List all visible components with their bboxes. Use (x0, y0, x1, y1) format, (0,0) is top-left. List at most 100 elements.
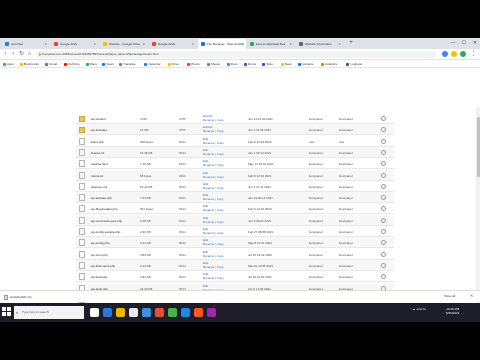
file-action-link[interactable]: Rename | Copy (203, 208, 224, 212)
tab[interactable]: Website Information ✕ (296, 39, 344, 49)
file-name[interactable]: wp-comments-post.php (91, 219, 122, 223)
bookmark[interactable]: Forms (243, 61, 256, 67)
table-row[interactable]: readme.html 7.18 KB 0644 Edit Rename | Copy M… (76, 158, 394, 170)
tab-close-icon[interactable]: ✕ (240, 42, 243, 46)
bookmark[interactable]: Apps (3, 61, 14, 67)
tab-close-icon[interactable]: ✕ (289, 42, 292, 46)
bookmark[interactable]: Keep (280, 61, 292, 67)
window-close-button[interactable]: ✕ (470, 39, 480, 48)
row-select-radio[interactable] (381, 274, 386, 280)
tab-close-icon[interactable]: ✕ (142, 42, 145, 46)
file-action-link[interactable]: Rename | Copy (203, 163, 224, 167)
home-icon[interactable]: ⌂ (26, 51, 33, 58)
extension-icon[interactable] (442, 51, 448, 57)
file-action-link[interactable]: Rename | Copy (203, 197, 224, 201)
table-row[interactable]: wp-blog-header.php 351 bytes 0644 Edit Renam… (76, 203, 394, 215)
profile-avatar[interactable] (460, 51, 466, 57)
reload-icon[interactable]: ↻ (18, 51, 25, 58)
bookmark[interactable]: Gmail (45, 61, 57, 67)
table-row[interactable]: sitemap.xml 24.44 KB 0644 Edit Rename | Copy… (76, 181, 394, 192)
row-select-radio[interactable] (381, 240, 386, 246)
table-row[interactable]: wp-cron.php 3.84 KB 0644 Edit Rename | Copy J… (76, 249, 394, 260)
bookmark[interactable]: Photos (186, 61, 200, 67)
row-select-radio[interactable] (381, 251, 386, 257)
file-action-link[interactable]: Rename | Copy (203, 141, 224, 145)
close-icon[interactable]: ✕ (470, 293, 473, 298)
file-action-link[interactable]: Rename | Copy (203, 118, 224, 122)
tab-close-icon[interactable]: ✕ (93, 42, 96, 46)
taskbar-app-icon[interactable] (194, 308, 203, 317)
file-action-link[interactable]: Rename | Copy (203, 175, 224, 179)
taskbar-app-icon[interactable] (90, 308, 99, 317)
bookmark[interactable]: Logbook (346, 61, 362, 67)
tab[interactable]: How to download files ✕ (247, 39, 295, 49)
file-name[interactable]: wp-content (91, 117, 106, 121)
bookmark[interactable]: YouTube (63, 61, 79, 67)
tab[interactable]: Join Now ✕ (2, 39, 50, 49)
file-name[interactable]: sitemap.xml (91, 185, 107, 189)
taskbar-app-icon[interactable] (142, 308, 151, 317)
tab[interactable]: Google 2021 ✕ (149, 39, 197, 49)
file-action-link[interactable]: Rename | Copy (203, 231, 224, 235)
table-row[interactable]: license.txt 19.45 KB 0644 Edit Rename | Copy… (76, 146, 394, 158)
row-select-radio[interactable] (381, 138, 386, 144)
file-action-link[interactable]: Rename | Copy (203, 265, 224, 269)
taskbar-app-icon[interactable] (116, 308, 125, 317)
file-name[interactable]: wp-config-sample.php (91, 230, 120, 234)
tab[interactable]: Website - Google Drive ✕ (100, 39, 148, 49)
row-select-radio[interactable] (381, 195, 386, 201)
new-tab-button[interactable]: + (347, 39, 355, 48)
table-row[interactable]: wp-content 4 KB 0755 Extract Rename | Copy Ju… (76, 113, 394, 124)
window-minimize-button[interactable]: — (448, 39, 458, 48)
tab[interactable]: File Manager - Web Hosting ✕ (198, 39, 246, 49)
back-icon[interactable]: ‹ (2, 51, 9, 58)
row-select-radio[interactable] (381, 206, 386, 212)
scrollbar-thumb[interactable] (476, 117, 480, 177)
file-action-link[interactable]: Rename | Copy (203, 254, 224, 258)
menu-icon[interactable]: ⋮ (470, 51, 477, 58)
download-item[interactable]: website2021.zip (4, 293, 54, 301)
bookmark[interactable]: Calendar (144, 61, 161, 67)
row-select-radio[interactable] (381, 172, 386, 178)
bookmark[interactable]: Bookmarks (19, 61, 39, 67)
clock[interactable]: 10:46 PM 5/26/2021 (446, 307, 459, 315)
file-action-link[interactable]: Rename | Copy (203, 152, 224, 156)
tab[interactable]: Google 2021 ✕ (51, 39, 99, 49)
forward-icon[interactable]: › (10, 51, 17, 58)
taskbar-app-icon[interactable] (207, 308, 216, 317)
file-name[interactable]: wp-includes (91, 128, 107, 132)
file-action-link[interactable]: Rename | Copy (203, 276, 224, 280)
table-row[interactable]: wp-load.php 3.82 KB 0644 Edit Rename | Copy J… (76, 271, 394, 283)
bookmark[interactable]: Sheets (206, 61, 220, 67)
row-select-radio[interactable] (381, 183, 386, 189)
row-select-radio[interactable] (381, 161, 386, 167)
tab-close-icon[interactable]: ✕ (191, 42, 194, 46)
bookmark[interactable]: Maps (85, 61, 97, 67)
taskbar-app-icon[interactable] (168, 308, 177, 317)
taskbar-search-input[interactable]: ⌕ Type here to search (14, 306, 84, 319)
row-select-radio[interactable] (381, 127, 386, 133)
taskbar-app-icon[interactable] (103, 308, 112, 317)
file-name[interactable]: readme.html (91, 162, 108, 166)
file-name[interactable]: wp-load.php (91, 275, 107, 279)
bookmark[interactable]: News (102, 61, 114, 67)
table-row[interactable]: index.php 405 bytes 0644 Edit Rename | Copy F… (76, 136, 394, 147)
file-name[interactable]: wp-config.php (91, 241, 110, 245)
file-action-link[interactable]: Rename | Copy (203, 129, 224, 133)
row-select-radio[interactable] (381, 229, 386, 234)
row-select-radio[interactable] (381, 217, 386, 223)
table-row[interactable]: wp-includes 12 KB 0755 Extract Rename | Copy… (76, 124, 394, 136)
table-row[interactable]: wp-config.php 3.21 KB 0644 Edit Rename | Cop… (76, 237, 394, 249)
show-all-button[interactable]: Show all (444, 294, 455, 298)
taskbar-app-icon[interactable] (129, 308, 138, 317)
file-action-link[interactable]: Rename | Copy (203, 220, 224, 224)
file-name[interactable]: wp-links-opml.php (91, 264, 115, 268)
tab-close-icon[interactable]: ✕ (44, 42, 47, 46)
file-action-link[interactable]: Rename | Copy (203, 242, 224, 246)
taskbar-app-icon[interactable] (155, 308, 164, 317)
table-row[interactable]: wp-activate.php 7.03 KB 0644 Edit Rename | C… (76, 192, 394, 204)
file-name[interactable]: robots.txt (91, 174, 103, 178)
bookmark[interactable]: Contacts (297, 61, 313, 67)
table-row[interactable]: robots.txt 68 bytes 0644 Edit Rename | Copy F… (76, 169, 394, 181)
file-name[interactable]: wp-blog-header.php (91, 207, 118, 211)
